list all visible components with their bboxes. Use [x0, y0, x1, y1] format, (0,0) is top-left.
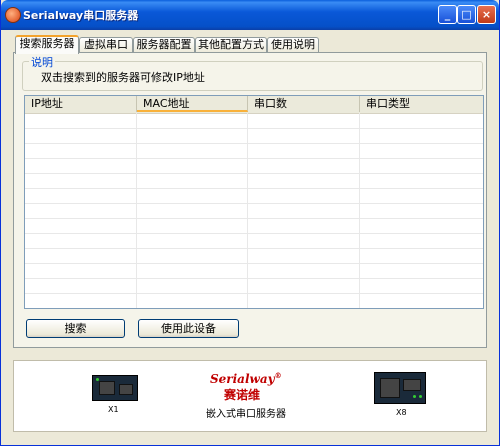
description-text: 双击搜索到的服务器可修改IP地址: [41, 71, 205, 84]
list-row-empty: [25, 128, 483, 144]
tab-virtual-serial[interactable]: 虚拟串口: [79, 37, 133, 53]
tab-usage[interactable]: 使用说明: [267, 37, 319, 53]
list-row-empty: [25, 203, 483, 219]
list-row-empty: [25, 188, 483, 204]
list-row-empty: [25, 158, 483, 174]
list-row-empty: [25, 113, 483, 129]
brand-banner: X1 Serialway® 赛诺维 嵌入式串口服务器 X8: [13, 360, 487, 432]
brand-cn-name: 赛诺维: [224, 388, 261, 402]
brand-name: Serialway: [210, 372, 275, 386]
list-row-empty: [25, 248, 483, 264]
list-row-empty: [25, 218, 483, 234]
device-x8-image: [374, 372, 426, 404]
use-device-button[interactable]: 使用此设备: [138, 319, 239, 338]
tab-search-server[interactable]: 搜索服务器: [15, 35, 79, 54]
list-row-empty: [25, 233, 483, 249]
column-port-type[interactable]: 串口类型: [360, 96, 483, 112]
list-row-empty: [25, 173, 483, 189]
registered-mark: ®: [274, 371, 282, 380]
brand-subtitle: 嵌入式串口服务器: [206, 409, 286, 420]
list-row-empty: [25, 143, 483, 159]
column-port-count[interactable]: 串口数: [248, 96, 360, 112]
list-row-empty: [25, 293, 483, 308]
window-title: Serialway串口服务器: [23, 9, 139, 22]
title-bar[interactable]: Serialway串口服务器 _ □ ×: [1, 0, 499, 30]
list-header: IP地址 MAC地址 串口数 串口类型: [25, 96, 483, 114]
device-x1-label: X1: [108, 405, 119, 414]
app-icon: [5, 7, 21, 23]
app-window: Serialway串口服务器 _ □ × 搜索服务器 虚拟串口 服务器配置 其他…: [0, 0, 500, 446]
close-button[interactable]: ×: [477, 5, 496, 24]
column-mac[interactable]: MAC地址: [137, 96, 248, 112]
device-x8-label: X8: [396, 408, 407, 417]
search-server-panel: 说明 双击搜索到的服务器可修改IP地址 IP地址 MAC地址 串口数 串口类型 …: [13, 52, 487, 348]
description-title: 说明: [29, 54, 55, 70]
device-x1-image: [92, 375, 138, 401]
list-row-empty: [25, 263, 483, 279]
brand-logo: Serialway®: [210, 371, 282, 386]
minimize-button[interactable]: _: [438, 5, 457, 24]
description-group: 说明 双击搜索到的服务器可修改IP地址: [22, 54, 483, 91]
tab-other-config[interactable]: 其他配置方式: [195, 37, 267, 53]
tab-server-config[interactable]: 服务器配置: [133, 37, 195, 53]
maximize-button[interactable]: □: [457, 5, 476, 24]
list-row-empty: [25, 278, 483, 294]
server-list[interactable]: IP地址 MAC地址 串口数 串口类型: [24, 95, 484, 309]
column-ip[interactable]: IP地址: [25, 96, 137, 112]
search-button[interactable]: 搜索: [26, 319, 125, 338]
